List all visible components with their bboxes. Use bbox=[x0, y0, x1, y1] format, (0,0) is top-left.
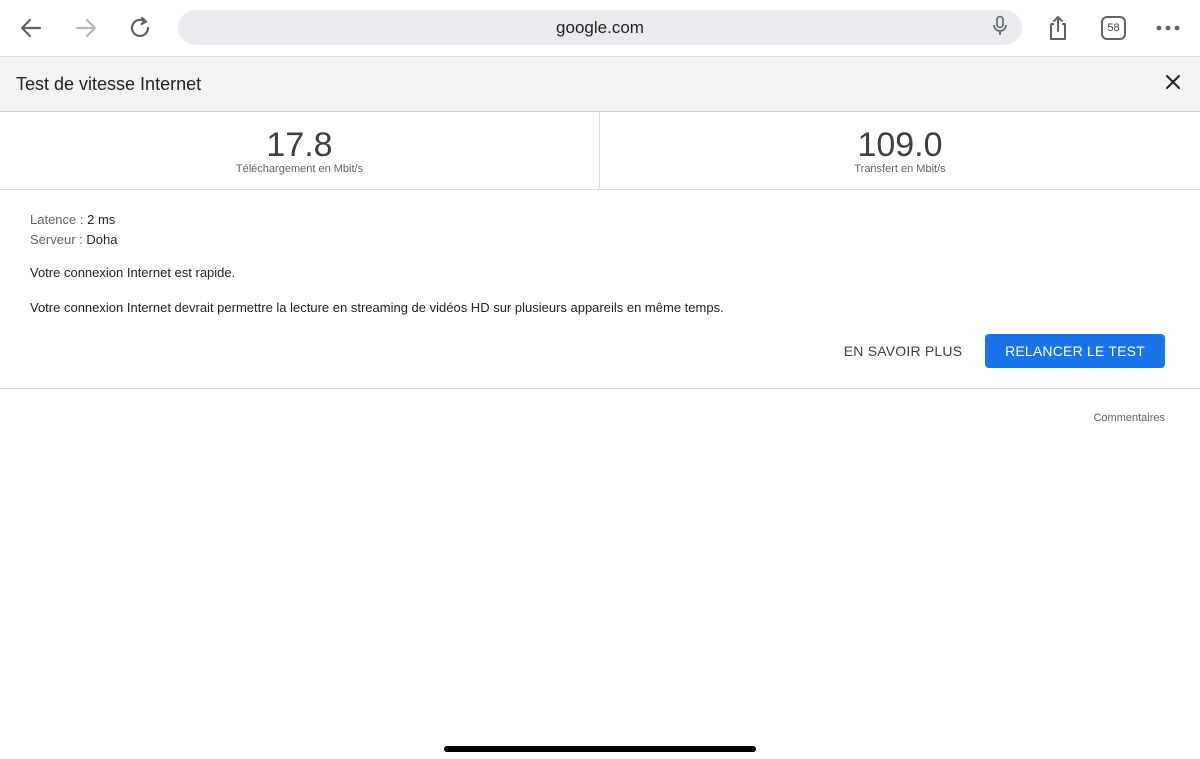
speed-test-header: Test de vitesse Internet bbox=[0, 56, 1200, 112]
forward-button[interactable] bbox=[68, 10, 104, 46]
url-text: google.com bbox=[556, 18, 644, 37]
arrow-right-icon bbox=[73, 15, 99, 41]
more-menu-button[interactable] bbox=[1150, 10, 1186, 46]
download-result: 17.8 Téléchargement en Mbit/s bbox=[0, 112, 600, 189]
upload-result: 109.0 Transfert en Mbit/s bbox=[600, 112, 1200, 189]
share-icon bbox=[1045, 14, 1071, 42]
speed-description: Votre connexion Internet devrait permett… bbox=[30, 300, 724, 315]
latency-key: Latence : bbox=[30, 212, 84, 227]
feedback-link[interactable]: Commentaires bbox=[1093, 412, 1165, 424]
server-key: Serveur : bbox=[30, 232, 83, 247]
upload-label: Transfert en Mbit/s bbox=[854, 163, 946, 175]
upload-value: 109.0 bbox=[857, 126, 943, 164]
microphone-icon bbox=[991, 15, 1009, 42]
latency-row: Latence : 2 ms bbox=[30, 210, 1170, 230]
close-icon bbox=[1165, 74, 1181, 95]
server-row: Serveur : Doha bbox=[30, 230, 1170, 250]
server-value: Doha bbox=[86, 232, 118, 247]
learn-more-button[interactable]: EN SAVOIR PLUS bbox=[832, 334, 974, 368]
browser-toolbar: google.com 58 bbox=[0, 0, 1200, 56]
download-value: 17.8 bbox=[266, 126, 333, 164]
latency-value: 2 ms bbox=[87, 212, 116, 227]
speed-results: 17.8 Téléchargement en Mbit/s 109.0 Tran… bbox=[0, 112, 1200, 190]
speed-message: Votre connexion Internet est rapide. bbox=[30, 265, 236, 280]
reload-icon bbox=[127, 15, 153, 41]
arrow-left-icon bbox=[18, 15, 44, 41]
divider bbox=[0, 388, 1200, 389]
tab-switcher-button[interactable]: 58 bbox=[1101, 16, 1126, 40]
retest-button[interactable]: RELANCER LE TEST bbox=[985, 334, 1165, 368]
back-button[interactable] bbox=[13, 10, 49, 46]
test-details: Latence : 2 ms Serveur : Doha Votre conn… bbox=[30, 210, 1170, 315]
download-label: Téléchargement en Mbit/s bbox=[235, 163, 364, 175]
share-button[interactable] bbox=[1040, 10, 1076, 46]
voice-search-button[interactable] bbox=[986, 14, 1014, 42]
reload-button[interactable] bbox=[122, 10, 158, 46]
home-indicator bbox=[444, 746, 756, 752]
more-dots-icon bbox=[1155, 24, 1181, 32]
panel-title: Test de vitesse Internet bbox=[16, 74, 202, 94]
close-button[interactable] bbox=[1160, 71, 1186, 97]
address-bar[interactable]: google.com bbox=[178, 10, 1022, 45]
